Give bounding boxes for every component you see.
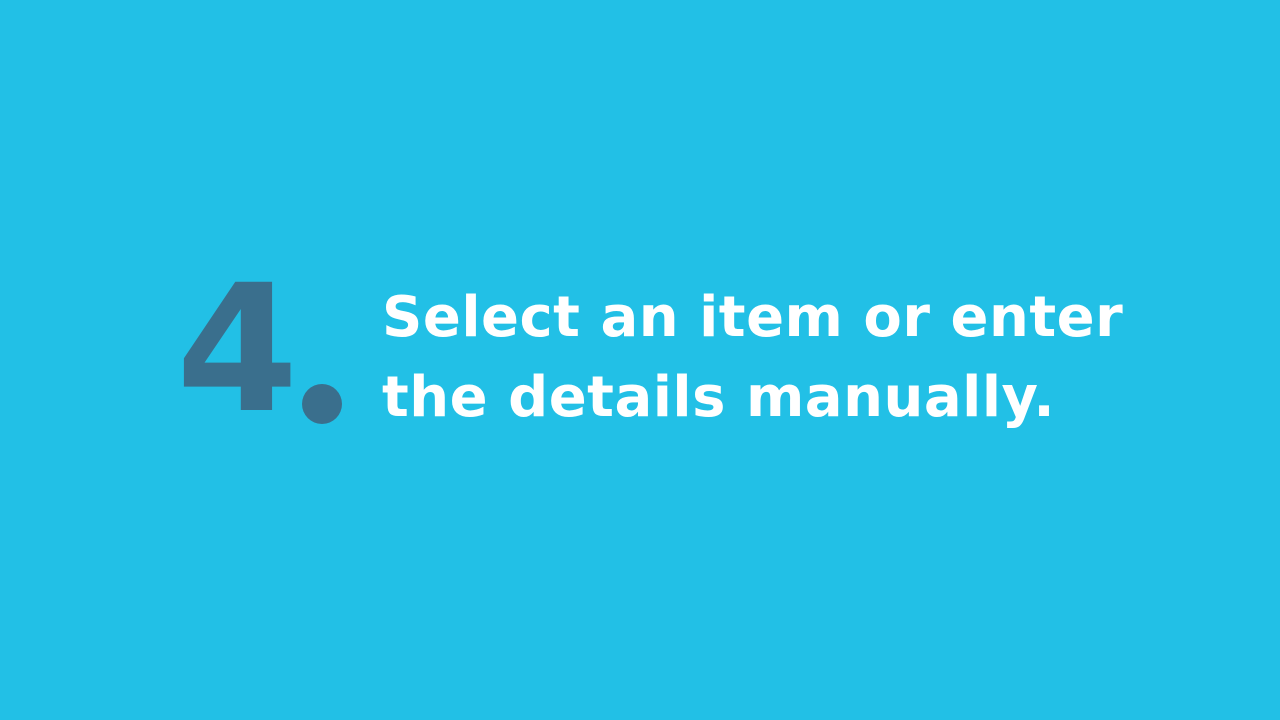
step-number-dot bbox=[302, 384, 343, 424]
slide: 4 Select an item or enter the details ma… bbox=[0, 0, 1280, 720]
step-number-digit: 4 bbox=[176, 247, 298, 453]
step-number: 4 bbox=[176, 247, 343, 453]
step-instruction-line-2: the details manually. bbox=[382, 365, 1056, 430]
step-instruction-line-1: Select an item or enter bbox=[382, 285, 1124, 350]
step-instruction: Select an item or enter the details manu… bbox=[382, 278, 1123, 438]
